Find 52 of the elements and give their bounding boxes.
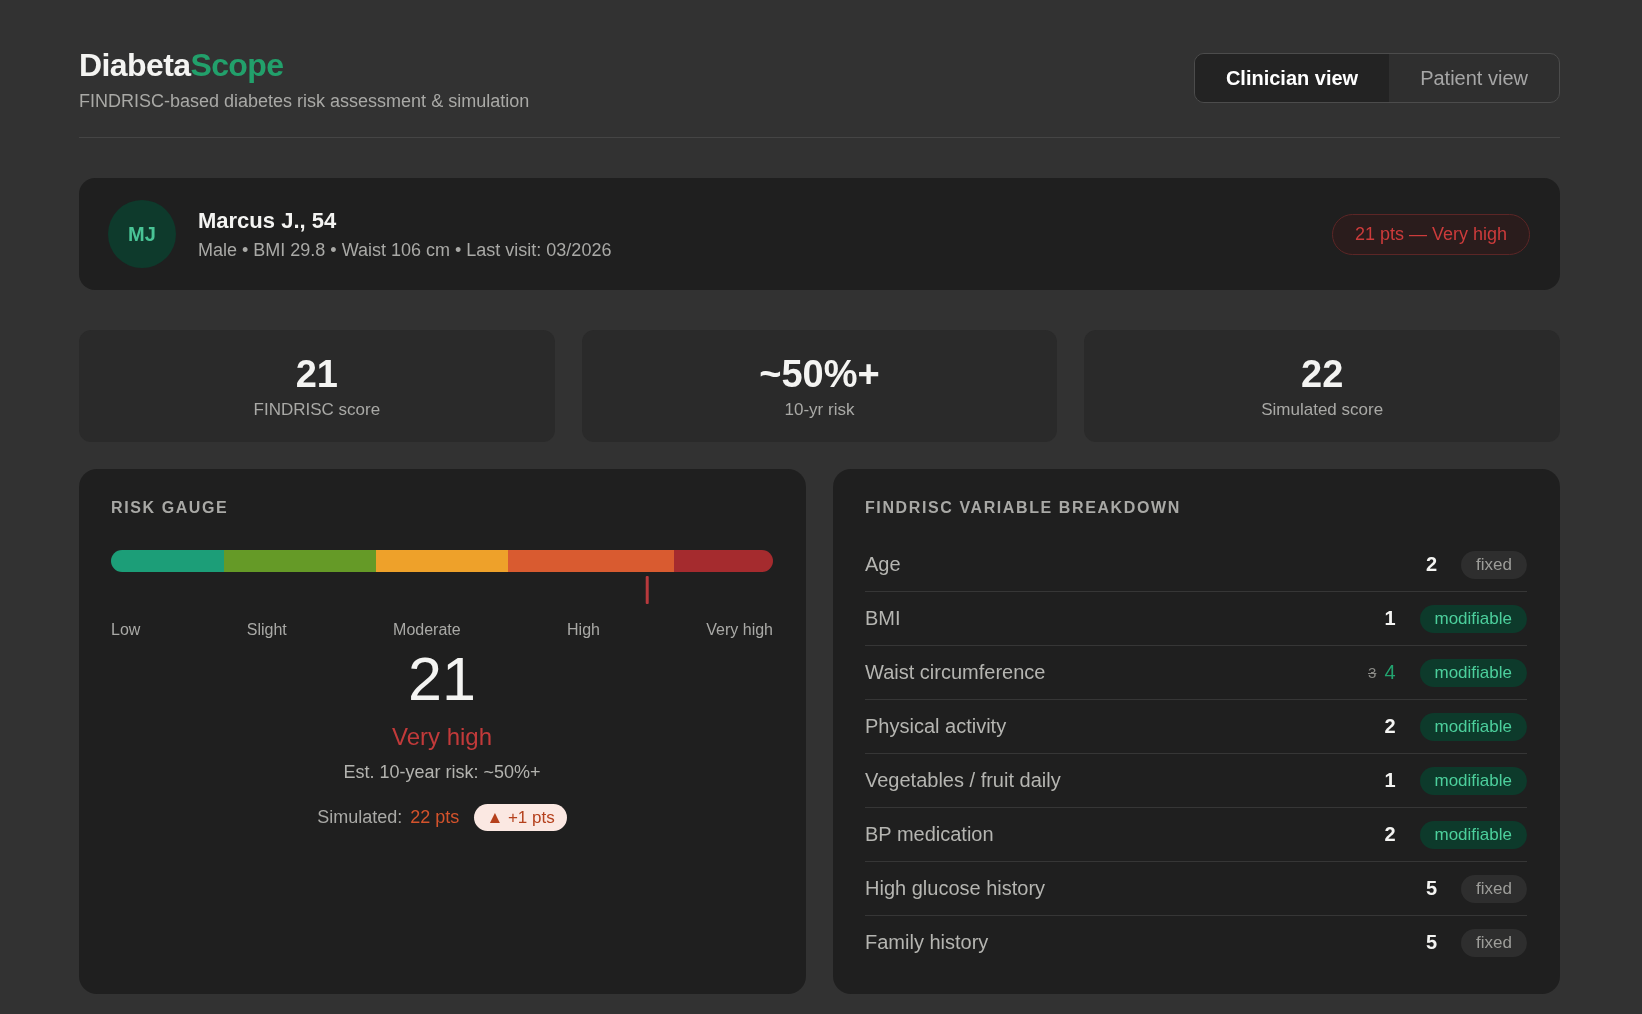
variable-tag: modifiable (1419, 820, 1527, 849)
risk-category: Very high (390, 722, 494, 752)
variable-tag: fixed (1461, 874, 1527, 903)
patient-name: Marcus J., 54 (198, 206, 338, 235)
variable-tag: modifiable (1419, 712, 1527, 741)
points-value: 2 (1384, 823, 1396, 846)
risk-badge: 21 pts — Very high (1331, 213, 1530, 255)
variable-tag: modifiable (1419, 604, 1527, 633)
stat-label: Simulated score (1261, 398, 1384, 421)
app-logo: DiabetaScope (79, 46, 284, 84)
variable-tag: modifiable (1419, 658, 1527, 687)
variable-tag: modifiable (1419, 766, 1527, 795)
variable-label: Waist circumference (865, 661, 1047, 684)
simulated-label: Simulated: (317, 807, 403, 828)
section-title: FINDRISC VARIABLE BREAKDOWN (865, 498, 1182, 518)
view-tab[interactable]: Clinician view (1194, 54, 1390, 102)
risk-estimate: Est. 10-year risk: ~50%+ (342, 761, 542, 784)
previous-points: 3 (1368, 664, 1377, 681)
variable-tag: fixed (1461, 550, 1527, 579)
points-value: 5 (1425, 931, 1438, 954)
stat-value: 21 (295, 351, 338, 396)
gauge-score: 21 (407, 646, 477, 712)
variable-tag: fixed (1461, 928, 1527, 957)
variable-label: Physical activity (865, 715, 1008, 738)
band-label: Moderate (393, 620, 461, 640)
points-value: 1 (1384, 769, 1396, 792)
band-label: High (567, 620, 600, 640)
score-change-badge: ▲ +1 pts (474, 804, 567, 831)
variable-label: Age (865, 553, 902, 576)
band-label: Low (111, 620, 141, 640)
patient-details: Male • BMI 29.8 • Waist 106 cm • Last visit: 03/2026 (198, 238, 613, 262)
app-subtitle: FINDRISC-based diabetes risk assessment & simulation (79, 90, 530, 112)
variable-label: BMI (865, 607, 902, 630)
points-value: 5 (1425, 877, 1438, 900)
band-label: Very high (706, 620, 773, 640)
stat-label: 10-yr risk (784, 398, 855, 421)
variable-label: Vegetables / fruit daily (865, 769, 1062, 792)
points-value: 4 (1384, 661, 1396, 684)
view-tab[interactable]: Patient view (1389, 54, 1559, 102)
variable-label: Family history (865, 931, 990, 954)
band-label: Slight (246, 620, 287, 640)
stat-value: 22 (1301, 351, 1344, 396)
points-value: 1 (1384, 607, 1396, 630)
stat-label: FINDRISC score (253, 398, 381, 421)
variable-label: BP medication (865, 823, 995, 846)
points-value: 2 (1425, 553, 1438, 576)
section-title: RISK GAUGE (111, 498, 230, 518)
points-value: 2 (1384, 715, 1396, 738)
patient-avatar: MJ (108, 200, 176, 268)
stat-value: ~50%+ (759, 351, 880, 396)
simulated-score: 22 pts (410, 807, 460, 828)
variable-label: High glucose history (865, 877, 1047, 900)
